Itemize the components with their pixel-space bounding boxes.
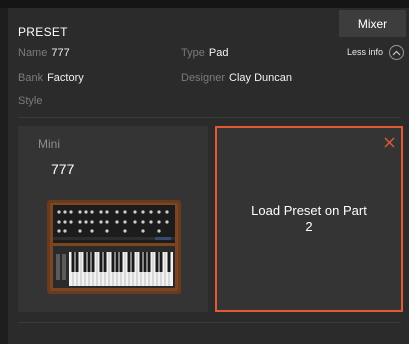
type-value[interactable]: Pad bbox=[209, 47, 229, 59]
bank-label: Bank bbox=[18, 72, 44, 84]
type-label: Type bbox=[181, 47, 205, 59]
bank-field: Bank Factory bbox=[18, 72, 84, 84]
instrument-name: Mini bbox=[38, 137, 61, 151]
name-value[interactable]: 777 bbox=[51, 47, 69, 59]
divider bbox=[18, 117, 401, 118]
part-1-preset-name: 777 bbox=[51, 161, 75, 177]
name-label: Name bbox=[18, 47, 48, 59]
designer-label: Designer bbox=[181, 72, 226, 84]
load-preset-label: Load Preset on Part 2 bbox=[251, 203, 367, 234]
part-1-card[interactable]: Mini 777 bbox=[18, 126, 208, 312]
designer-field: Designer Clay Duncan bbox=[181, 72, 292, 84]
close-icon[interactable] bbox=[381, 134, 397, 150]
bottom-divider bbox=[18, 322, 401, 323]
style-label: Style bbox=[18, 95, 43, 107]
chevron-up-icon[interactable] bbox=[389, 45, 404, 60]
type-field: Type Pad bbox=[181, 47, 228, 59]
synth-image bbox=[47, 200, 181, 294]
mixer-button[interactable]: Mixer bbox=[339, 10, 406, 37]
top-strip bbox=[0, 0, 409, 8]
less-info-link[interactable]: Less info bbox=[347, 47, 383, 57]
page-title: PRESET bbox=[18, 25, 68, 39]
name-field: Name 777 bbox=[18, 47, 70, 59]
bank-value[interactable]: Factory bbox=[47, 72, 84, 84]
style-field: Style bbox=[18, 95, 46, 107]
load-preset-part-2-card[interactable]: Load Preset on Part 2 bbox=[215, 126, 403, 312]
designer-value[interactable]: Clay Duncan bbox=[229, 72, 292, 84]
